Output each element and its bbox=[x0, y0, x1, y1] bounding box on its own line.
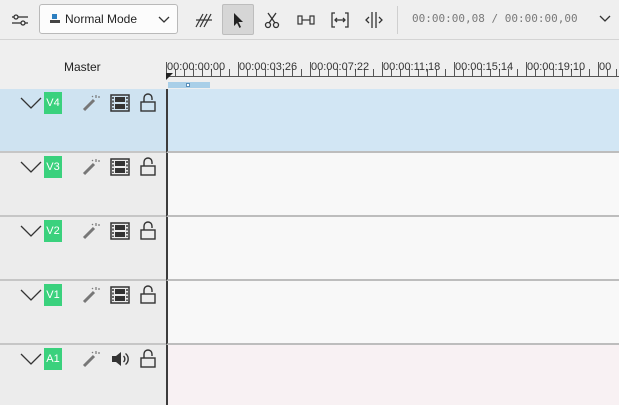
track-name-badge[interactable]: A1 bbox=[44, 348, 62, 370]
track-v1[interactable]: V1 bbox=[0, 281, 619, 345]
chevron-down-icon bbox=[158, 16, 170, 23]
mode-label: Normal Mode bbox=[65, 12, 138, 26]
selection-tool-button[interactable] bbox=[222, 4, 254, 35]
razor-tool-button[interactable] bbox=[256, 4, 288, 35]
ruler-label: 00:00:00;00 bbox=[167, 61, 226, 73]
timecode-display: 00:00:00,08 / 00:00:00,00 bbox=[412, 12, 578, 25]
multicam-tool-icon bbox=[331, 11, 349, 28]
ripple-tool-icon bbox=[365, 11, 383, 28]
track-header[interactable]: V1 bbox=[0, 281, 166, 345]
slip-tool-button[interactable] bbox=[290, 4, 322, 35]
chevron-down-icon[interactable] bbox=[20, 225, 42, 237]
ruler-label: 00:00:19;10 bbox=[527, 61, 586, 73]
track-area[interactable] bbox=[166, 217, 619, 281]
spacer-tool-icon bbox=[195, 13, 212, 27]
ruler-label: 00:00:15;14 bbox=[455, 61, 514, 73]
sliders-icon bbox=[12, 13, 28, 26]
mode-select[interactable]: Normal Mode bbox=[39, 4, 178, 34]
ruler-label: 00:00:07;22 bbox=[311, 61, 370, 73]
speaker-icon[interactable] bbox=[110, 349, 130, 369]
track-v4[interactable]: V4 bbox=[0, 89, 619, 153]
toolbar-separator bbox=[397, 6, 398, 34]
lock-open-icon[interactable] bbox=[139, 349, 157, 369]
magic-wand-icon[interactable] bbox=[81, 157, 101, 177]
ripple-tool-button[interactable] bbox=[358, 4, 390, 35]
lock-open-icon[interactable] bbox=[139, 93, 157, 113]
track-area[interactable] bbox=[166, 345, 619, 405]
track-v3[interactable]: V3 bbox=[0, 153, 619, 217]
lock-open-icon[interactable] bbox=[139, 285, 157, 305]
mode-icon bbox=[50, 14, 60, 23]
film-icon[interactable] bbox=[110, 221, 130, 241]
timeline-options-button[interactable] bbox=[4, 4, 36, 35]
chevron-down-icon[interactable] bbox=[20, 97, 42, 109]
film-icon[interactable] bbox=[110, 93, 130, 113]
magic-wand-icon[interactable] bbox=[81, 285, 101, 305]
ruler-label: 00:00:11;18 bbox=[383, 61, 441, 73]
ruler-label: 00:00:03;26 bbox=[239, 61, 298, 73]
magic-wand-icon[interactable] bbox=[81, 221, 101, 241]
chevron-down-icon[interactable] bbox=[598, 13, 612, 25]
scissors-icon bbox=[264, 12, 280, 28]
track-name-badge[interactable]: V4 bbox=[44, 92, 62, 114]
track-name-badge[interactable]: V2 bbox=[44, 220, 62, 242]
track-header[interactable]: V3 bbox=[0, 153, 166, 217]
timeline-ruler[interactable]: 00:00:00;00 00:00:03;26 00:00:07;22 00:0… bbox=[166, 41, 619, 89]
lock-open-icon[interactable] bbox=[139, 157, 157, 177]
film-icon[interactable] bbox=[110, 157, 130, 177]
chevron-down-icon[interactable] bbox=[20, 161, 42, 173]
zone-handle[interactable] bbox=[186, 83, 190, 87]
track-header[interactable]: V2 bbox=[0, 217, 166, 281]
spacer-tool-button[interactable] bbox=[188, 4, 220, 35]
track-v2[interactable]: V2 bbox=[0, 217, 619, 281]
master-header: Master bbox=[0, 41, 166, 89]
track-header[interactable]: V4 bbox=[0, 89, 166, 153]
multicam-tool-button[interactable] bbox=[324, 4, 356, 35]
track-area[interactable] bbox=[166, 281, 619, 345]
magic-wand-icon[interactable] bbox=[81, 93, 101, 113]
track-list: V4 V3 V2 V1 A1 bbox=[0, 89, 619, 405]
timeline-toolbar: Normal Mode 00:00:00,08 / 00:00:00,00 bbox=[0, 0, 619, 40]
lock-open-icon[interactable] bbox=[139, 221, 157, 241]
cursor-arrow-icon bbox=[234, 12, 243, 28]
track-name-badge[interactable]: V1 bbox=[44, 284, 62, 306]
track-header[interactable]: A1 bbox=[0, 345, 166, 405]
track-area[interactable] bbox=[166, 153, 619, 217]
magic-wand-icon[interactable] bbox=[81, 349, 101, 369]
playhead-marker[interactable] bbox=[166, 73, 174, 81]
ruler-label: 00 bbox=[599, 61, 612, 73]
track-area[interactable] bbox=[166, 89, 619, 153]
chevron-down-icon[interactable] bbox=[20, 353, 42, 365]
track-name-badge[interactable]: V3 bbox=[44, 156, 62, 178]
slip-tool-icon bbox=[297, 14, 315, 25]
film-icon[interactable] bbox=[110, 285, 130, 305]
master-label: Master bbox=[64, 60, 101, 74]
track-a1[interactable]: A1 bbox=[0, 345, 619, 405]
chevron-down-icon[interactable] bbox=[20, 289, 42, 301]
